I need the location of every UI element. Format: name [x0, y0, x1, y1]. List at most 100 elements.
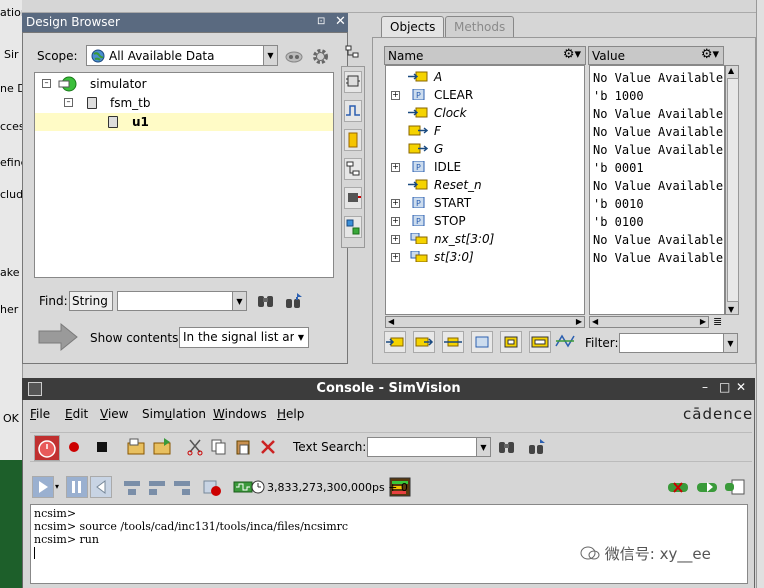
value-row[interactable]: No Value Available — [590, 122, 724, 140]
stop-simulation-button[interactable] — [34, 435, 60, 461]
show-contents-select[interactable]: In the signal list area ▼ — [179, 327, 309, 348]
scroll-right-icon[interactable]: ▶ — [576, 317, 582, 326]
design-hierarchy-tree[interactable]: – simulator – fsm_tb u1 — [34, 72, 334, 278]
expand-icon[interactable]: + — [391, 199, 400, 208]
menu-simulation[interactable]: Simulation — [142, 407, 206, 421]
step-over-icon[interactable] — [147, 478, 169, 498]
tree-item-u1[interactable]: u1 — [35, 113, 333, 131]
object-row[interactable]: F — [386, 122, 584, 140]
object-row[interactable]: Reset_n — [386, 176, 584, 194]
paste-icon[interactable] — [234, 438, 252, 456]
signal-mix-button[interactable] — [554, 331, 576, 353]
send-to-design-button[interactable] — [344, 216, 362, 238]
objects-vertical-scrollbar[interactable]: ▲ ▼ — [725, 65, 739, 315]
console-titlebar[interactable]: Console - SimVision – □ ✕ — [22, 378, 755, 400]
object-row[interactable]: + P IDLE — [386, 158, 584, 176]
hierarchy-browse-icon[interactable] — [344, 44, 362, 62]
minimize-icon[interactable]: – — [702, 380, 708, 394]
send-to-waveform-button[interactable] — [344, 100, 362, 122]
internal-filter-button[interactable] — [471, 331, 493, 353]
menu-windows[interactable]: Windows — [213, 407, 267, 421]
record-stop-icon[interactable] — [202, 478, 224, 498]
value-column-header[interactable]: Value ⚙▾ — [588, 46, 724, 65]
name-column-header[interactable]: Name ⚙▾ — [384, 46, 586, 65]
object-row[interactable]: A — [386, 68, 584, 86]
value-row[interactable]: 'b 0001 — [590, 158, 724, 176]
chevron-down-icon[interactable]: ▼ — [476, 438, 490, 456]
output-filter-button[interactable] — [413, 331, 435, 353]
value-row[interactable]: 'b 1000 — [590, 86, 724, 104]
scroll-right-icon[interactable]: ▶ — [700, 317, 706, 326]
filter-input[interactable]: ▼ — [619, 333, 738, 353]
scroll-left-icon[interactable]: ◀ — [388, 317, 394, 326]
find-previous-icon[interactable] — [284, 292, 304, 310]
rewind-button[interactable] — [90, 476, 112, 498]
gear-icon[interactable] — [311, 47, 330, 66]
close-icon[interactable]: ✕ — [335, 14, 346, 29]
value-row[interactable]: No Value Available — [590, 176, 724, 194]
gear-icon[interactable]: ⚙▾ — [701, 47, 719, 62]
collapse-icon[interactable]: – — [42, 79, 51, 88]
scope-select[interactable]: All Available Data ▼ — [86, 45, 278, 66]
maximize-icon[interactable]: □ — [719, 380, 730, 394]
object-row[interactable]: + P START — [386, 194, 584, 212]
object-row[interactable]: + st[3:0] — [386, 248, 584, 266]
object-name-list[interactable]: A + P CLEAR Clock F G + P IDLE Reset_n + P START + P STO… — [385, 65, 585, 315]
find-type-select[interactable]: String — [69, 291, 113, 311]
scroll-up-icon[interactable]: ▲ — [728, 66, 734, 75]
column-options-icon[interactable]: ≣ — [713, 315, 722, 328]
value-horizontal-scrollbar[interactable]: ◀ ▶ — [589, 316, 709, 328]
search-next-binoculars-icon[interactable] — [497, 438, 517, 456]
save-folder-icon[interactable] — [152, 437, 174, 457]
value-row[interactable]: No Value Available — [590, 230, 724, 248]
gear-icon[interactable]: ⚙▾ — [563, 47, 581, 62]
value-row[interactable]: No Value Available — [590, 68, 724, 86]
left-ok-button[interactable]: OK — [3, 412, 19, 425]
tab-methods[interactable]: Methods — [445, 16, 515, 37]
tree-item-simulator[interactable]: – simulator — [35, 75, 333, 93]
parameter-filter-button[interactable] — [529, 331, 551, 353]
step-out-icon[interactable] — [172, 478, 194, 498]
search-previous-icon[interactable] — [527, 438, 547, 456]
menu-help[interactable]: Help — [277, 407, 304, 421]
send-to-source-button[interactable] — [344, 129, 362, 151]
scroll-left-icon[interactable]: ◀ — [592, 317, 598, 326]
undock-icon[interactable]: ⊡ — [317, 16, 325, 27]
inout-filter-button[interactable] — [442, 331, 464, 353]
value-row[interactable]: 'b 0100 — [590, 212, 724, 230]
copy-icon[interactable] — [210, 438, 228, 456]
value-row[interactable]: 'b 0010 — [590, 194, 724, 212]
break-icon[interactable] — [667, 478, 689, 496]
menu-view[interactable]: View — [100, 407, 128, 421]
tree-item-fsm-tb[interactable]: – fsm_tb — [35, 94, 333, 112]
send-to-schematic-button[interactable] — [344, 71, 362, 93]
design-browser-titlebar[interactable]: Design Browser ✕ ⊡ — [22, 13, 348, 32]
input-filter-button[interactable] — [384, 331, 406, 353]
delete-icon[interactable] — [259, 438, 277, 456]
menu-file[interactable]: File — [30, 407, 50, 421]
pause-button[interactable] — [66, 476, 88, 498]
object-row[interactable]: G — [386, 140, 584, 158]
expand-icon[interactable]: + — [391, 163, 400, 172]
continue-icon[interactable] — [696, 478, 718, 496]
chevron-down-icon[interactable]: ▼ — [232, 292, 246, 310]
object-row[interactable]: + nx_st[3:0] — [386, 230, 584, 248]
expand-icon[interactable]: + — [391, 253, 400, 262]
find-input[interactable]: ▼ — [117, 291, 247, 311]
open-folder-icon[interactable] — [126, 437, 148, 457]
value-row[interactable]: No Value Available — [590, 248, 724, 266]
run-button[interactable] — [32, 476, 54, 498]
object-row[interactable]: + P STOP — [386, 212, 584, 230]
chevron-down-icon[interactable]: ▾ — [55, 482, 59, 491]
mask-filter-icon[interactable] — [285, 47, 303, 65]
menu-edit[interactable]: Edit — [65, 407, 88, 421]
expand-icon[interactable]: + — [391, 235, 400, 244]
close-icon[interactable]: ✕ — [736, 380, 746, 394]
scrollbar-thumb[interactable] — [727, 78, 739, 302]
chevron-down-icon[interactable]: ▼ — [294, 328, 308, 347]
send-to-arrow-icon[interactable] — [35, 321, 81, 353]
collapse-icon[interactable]: – — [64, 98, 73, 107]
object-row[interactable]: + P CLEAR — [386, 86, 584, 104]
cut-icon[interactable] — [186, 438, 204, 456]
send-to-memory-button[interactable] — [344, 187, 362, 209]
